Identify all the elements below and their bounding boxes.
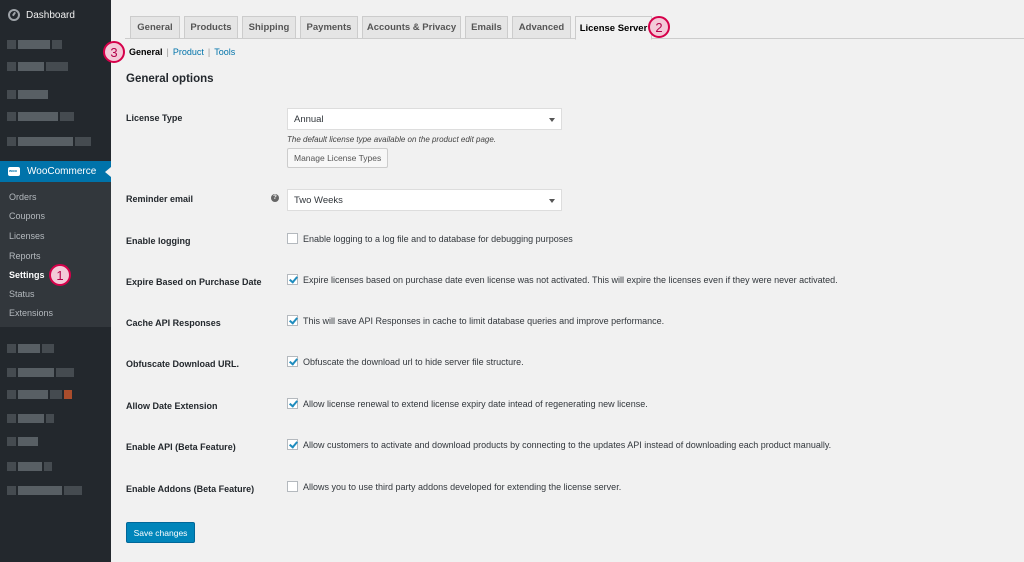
section-title: General options [126,73,214,85]
tab-payments[interactable]: Payments [300,16,358,39]
annotation-marker: 1 [49,264,71,286]
dropdown-caret-icon [549,199,555,203]
current-menu-arrow [105,167,111,177]
option-text: Allows you to use third party addons dev… [303,481,622,492]
section-subnav: General | Product | Tools [129,47,235,57]
checkbox-cache-api[interactable] [287,315,298,326]
submenu-coupons[interactable]: Coupons [9,211,45,221]
blurred-menu-item[interactable] [7,137,91,146]
tab-emails[interactable]: Emails [465,16,508,39]
option-enable-addons[interactable]: Allows you to use third party addons dev… [287,481,621,492]
blurred-menu-item[interactable] [7,462,52,471]
manage-license-types-button[interactable]: Manage License Types [287,148,389,168]
tab-shipping[interactable]: Shipping [242,16,296,39]
option-text: Enable logging to a log file and to data… [303,233,573,244]
option-text: This will save API Responses in cache to… [303,315,665,326]
blurred-menu-item[interactable] [7,344,54,353]
blurred-menu-item[interactable] [7,112,74,121]
submenu-extensions[interactable]: Extensions [9,308,53,318]
checkbox-enable-api[interactable] [287,439,298,450]
save-changes-button[interactable]: Save changes [126,522,195,543]
option-enable-api[interactable]: Allow customers to activate and download… [287,439,831,450]
license-type-select[interactable]: Annual [287,108,562,130]
subnav-separator: | [207,47,211,57]
blurred-menu-item[interactable] [7,486,82,495]
subnav-tools[interactable]: Tools [214,47,235,57]
checkbox-obfuscate-url[interactable] [287,356,298,367]
option-label-expire-purchase-date: Expire Based on Purchase Date [126,277,262,287]
reminder-email-value: Two Weeks [294,194,343,206]
submenu-licenses[interactable]: Licenses [9,231,45,241]
license-type-value: Annual [294,113,324,125]
sidebar-item-woocommerce[interactable]: WooCommerce [0,161,111,182]
tab-products[interactable]: Products [184,16,238,39]
sidebar-item-dashboard[interactable]: Dashboard [0,0,111,30]
submenu-reports[interactable]: Reports [9,251,41,261]
woocommerce-submenu: Orders Coupons Licenses Reports Settings… [0,182,111,327]
tab-general[interactable]: General [130,16,180,39]
sidebar-item-label: WooCommerce [27,166,97,177]
option-label-enable-api: Enable API (Beta Feature) [126,442,236,452]
submenu-settings[interactable]: Settings [9,270,45,280]
option-text: Allow customers to activate and download… [303,439,832,450]
subnav-separator: | [166,47,169,57]
blurred-menu-item[interactable] [7,414,54,423]
checkbox-date-extension[interactable] [287,398,298,409]
tab-license-server[interactable]: License Server [575,16,652,40]
blurred-menu-item[interactable] [7,390,72,399]
tab-advanced[interactable]: Advanced [512,16,571,39]
annotation-marker: 2 [648,16,670,38]
blurred-menu-item[interactable] [7,40,62,49]
help-tip-icon[interactable]: ? [271,194,279,202]
dropdown-caret-icon [549,118,555,122]
tab-accounts-privacy[interactable]: Accounts & Privacy [362,16,461,39]
option-logging[interactable]: Enable logging to a log file and to data… [287,233,573,244]
submenu-status[interactable]: Status [9,289,35,299]
option-text: Expire licenses based on purchase date e… [303,274,838,285]
option-date-extension[interactable]: Allow license renewal to extend license … [287,398,648,409]
sidebar-item-label: Dashboard [26,9,75,21]
blurred-menu-item[interactable] [7,437,38,446]
woo-logo-icon [8,167,20,176]
option-text: Allow license renewal to extend license … [303,398,648,409]
option-text: Obfuscate the download url to hide serve… [303,356,524,367]
option-label-logging: Enable logging [126,236,191,246]
option-obfuscate-url[interactable]: Obfuscate the download url to hide serve… [287,356,524,367]
checkbox-expire-purchase-date[interactable] [287,274,298,285]
blurred-menu-item[interactable] [7,368,74,377]
license-type-description: The default license type available on th… [287,135,497,144]
subnav-general[interactable]: General [129,47,163,57]
license-type-label: License Type [126,113,183,123]
option-expire-purchase-date[interactable]: Expire licenses based on purchase date e… [287,274,838,285]
option-label-cache-api: Cache API Responses [126,318,221,328]
checkbox-enable-addons[interactable] [287,481,298,492]
blurred-menu-item[interactable] [7,62,68,71]
blurred-menu-item[interactable] [7,90,48,99]
reminder-email-select[interactable]: Two Weeks [287,189,562,211]
option-label-obfuscate-url: Obfuscate Download URL. [126,359,240,369]
option-label-date-extension: Allow Date Extension [126,401,218,411]
checkbox-logging[interactable] [287,233,298,244]
option-label-enable-addons: Enable Addons (Beta Feature) [126,484,255,494]
dashboard-gauge-icon [8,9,20,21]
submenu-orders[interactable]: Orders [9,192,37,202]
annotation-marker: 3 [103,41,125,63]
reminder-email-label: Reminder email [126,194,194,204]
subnav-product[interactable]: Product [173,47,204,57]
option-cache-api[interactable]: This will save API Responses in cache to… [287,315,664,326]
